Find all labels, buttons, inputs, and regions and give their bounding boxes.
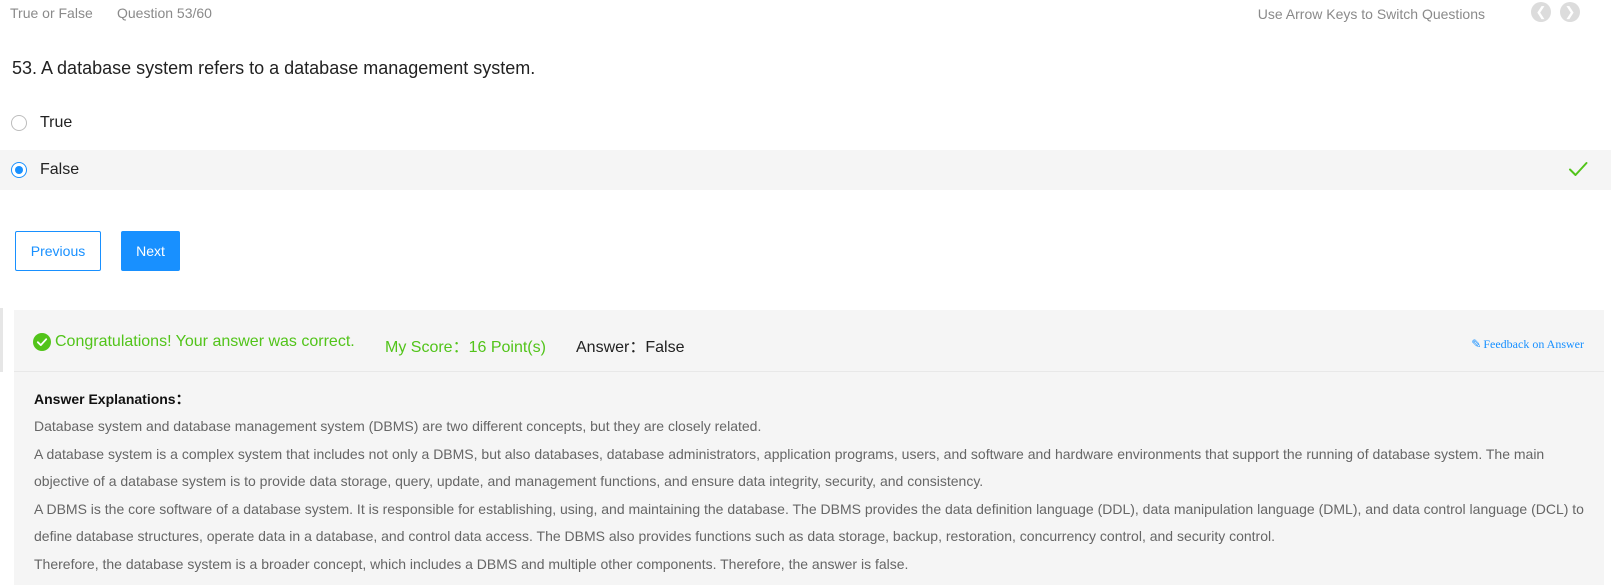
feedback-label: Feedback on Answer [1483, 337, 1584, 351]
option-false[interactable]: False [0, 150, 1611, 190]
top-bar: True or False Question 53/60 Use Arrow K… [0, 0, 1611, 26]
result-panel: Congratulations! Your answer was correct… [14, 310, 1604, 585]
next-button[interactable]: Next [121, 231, 180, 271]
previous-button[interactable]: Previous [15, 231, 101, 271]
question-counter: Question 53/60 [117, 5, 212, 21]
check-circle-icon [33, 333, 51, 351]
option-true[interactable]: True [0, 103, 1611, 143]
radio-false[interactable] [11, 162, 27, 178]
side-edge [0, 308, 3, 372]
chevron-right-icon[interactable]: ❯ [1560, 2, 1580, 22]
question-type: True or False [10, 5, 93, 21]
radio-true[interactable] [11, 115, 27, 131]
explanation-paragraph: A DBMS is the core software of a databas… [34, 500, 1584, 545]
score: My Score：16 Point(s) [385, 339, 546, 356]
explanation-paragraph: Database system and database management … [34, 418, 762, 434]
option-label: True [40, 114, 73, 131]
check-icon [1569, 162, 1588, 176]
feedback-link[interactable]: ✎ Feedback on Answer [1471, 337, 1584, 352]
edit-icon: ✎ [1471, 337, 1482, 351]
explanation-paragraph: A database system is a complex system th… [34, 445, 1545, 490]
result-row: Congratulations! Your answer was correct… [14, 310, 1604, 372]
chevron-left-icon[interactable]: ❮ [1531, 2, 1551, 22]
explanation-heading: Answer Explanations： [34, 391, 190, 407]
explanation-paragraph: Therefore, the database system is a broa… [34, 555, 909, 572]
answer-explanation: Answer Explanations： Database system and… [34, 388, 1589, 578]
option-label: False [40, 161, 80, 178]
result-message: Congratulations! Your answer was correct… [55, 333, 355, 350]
keyboard-hint: Use Arrow Keys to Switch Questions [1257, 6, 1485, 22]
correct-answer: Answer：False [576, 339, 685, 356]
question-text: 53. A database system refers to a databa… [12, 58, 536, 78]
